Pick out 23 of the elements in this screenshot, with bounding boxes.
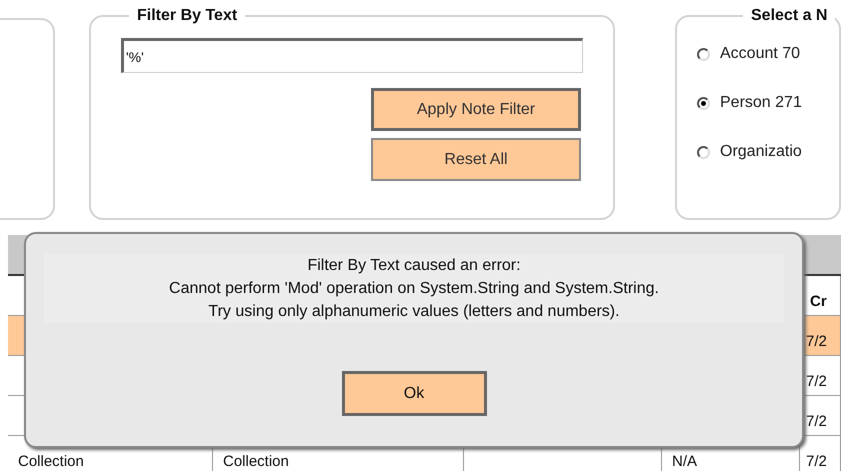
table-cell-text: 7/2 bbox=[806, 372, 827, 392]
filter-text-input[interactable]: '%' bbox=[121, 38, 583, 73]
radio-label: Organizatio bbox=[720, 142, 802, 162]
filter-button[interactable]: Apply Note Filter bbox=[371, 88, 581, 131]
table-cell-text: Collection bbox=[223, 452, 289, 471]
panel-title: Filter By Text bbox=[136, 6, 238, 26]
table-cell-text: 7/2 bbox=[806, 452, 827, 471]
table-cell-text: Collection bbox=[18, 452, 84, 471]
table-cell-text: N/A bbox=[672, 452, 698, 471]
radio-button[interactable] bbox=[697, 96, 710, 110]
error-line: Filter By Text caused an error: bbox=[306, 256, 522, 276]
error-line: Cannot perform 'Mod' operation on System.String and System.String. bbox=[168, 279, 660, 299]
table-cell-text: 7/2 bbox=[806, 332, 827, 352]
table-cell-text: 7/2 bbox=[806, 412, 827, 432]
error-line: Try using only alphanumeric values (letters and numbers). bbox=[207, 302, 621, 322]
radio-label: Person 271 bbox=[720, 93, 802, 113]
ok-button[interactable]: Ok bbox=[342, 371, 486, 416]
radio-label: Account 70 bbox=[720, 44, 800, 64]
column-header: Cr bbox=[810, 292, 827, 312]
radio-button[interactable] bbox=[697, 146, 710, 158]
radio-button[interactable] bbox=[697, 48, 710, 60]
panel-title: Select a N bbox=[750, 6, 828, 26]
filter-button[interactable]: Reset All bbox=[371, 138, 581, 181]
